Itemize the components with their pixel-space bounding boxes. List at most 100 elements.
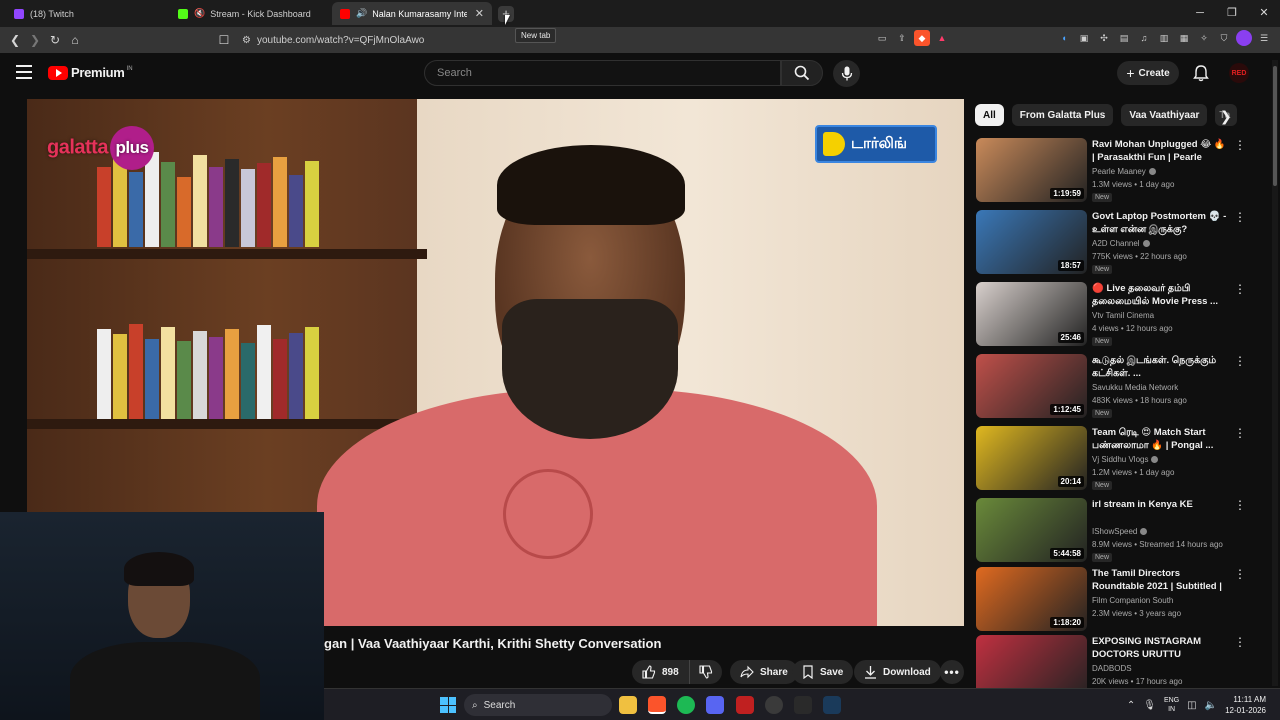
search-input[interactable]: Search	[424, 60, 781, 86]
account-avatar[interactable]: RED	[1229, 63, 1249, 83]
profile-icon[interactable]	[1236, 30, 1252, 46]
steam-icon[interactable]	[823, 696, 841, 714]
create-button[interactable]: + Create	[1117, 61, 1179, 85]
channel-name[interactable]: IShowSpeed	[1092, 527, 1148, 536]
brave-shields-icon[interactable]: ◆	[914, 30, 930, 46]
menu-icon[interactable]: ☰	[1256, 30, 1272, 46]
home-icon[interactable]: ⌂	[65, 30, 85, 50]
forward-icon[interactable]: ❯	[25, 30, 45, 50]
video-thumbnail[interactable]: 20:14	[976, 426, 1087, 490]
recommendation-title[interactable]: irl stream in Kenya KE	[1092, 498, 1230, 511]
recommendation-item[interactable]: 1:19:59 Ravi Mohan Unplugged 😂 🔥 | Parasa…	[976, 138, 1266, 204]
chevron-up-icon[interactable]: ⌃	[1127, 700, 1135, 711]
epic-games-icon[interactable]	[794, 696, 812, 714]
close-tab-icon[interactable]: ✕	[467, 7, 484, 20]
volume-icon[interactable]: 🔈	[1205, 700, 1217, 711]
chevron-right-icon[interactable]: ❯	[1220, 108, 1232, 125]
like-button[interactable]: 898	[632, 660, 690, 684]
recommendation-title[interactable]: Team ரெடி 😍 Match Start பண்ணலாமா 🔥 | Pon…	[1092, 426, 1230, 452]
more-vertical-icon[interactable]: ⋮	[1234, 139, 1246, 151]
reload-icon[interactable]: ↻	[45, 30, 65, 50]
more-vertical-icon[interactable]: ⋮	[1234, 568, 1246, 580]
recommendation-item[interactable]: 18:57 Govt Laptop Postmortem 💀 - உள்ள என்…	[976, 210, 1266, 276]
language-indicator[interactable]: ENG IN	[1164, 696, 1179, 714]
taskbar-search[interactable]: ⌕ Search	[464, 694, 612, 716]
file-explorer-icon[interactable]	[619, 696, 637, 714]
discord-icon[interactable]	[706, 696, 724, 714]
voice-search-button[interactable]	[833, 60, 860, 87]
tab-kick[interactable]: 🔇 Stream - Kick Dashboard	[170, 2, 330, 25]
tab-youtube-active[interactable]: 🔊 Nalan Kumarasamy Interview ✕	[332, 2, 492, 25]
brave-beta-icon[interactable]	[736, 696, 754, 714]
video-thumbnail[interactable]: 25:46	[976, 282, 1087, 346]
more-vertical-icon[interactable]: ⋮	[1234, 636, 1246, 648]
chip-from-galatta-plus[interactable]: From Galatta Plus	[1011, 104, 1114, 126]
channel-name[interactable]: Film Companion South	[1092, 596, 1173, 605]
back-icon[interactable]: ❮	[5, 30, 25, 50]
save-button[interactable]: Save	[792, 660, 854, 684]
dislike-button[interactable]	[690, 665, 728, 679]
windows-start-icon[interactable]	[440, 697, 456, 713]
extension-icon[interactable]: ▣	[1076, 30, 1092, 46]
video-thumbnail[interactable]: 18:57	[976, 210, 1087, 274]
channel-name[interactable]: A2D Channel	[1092, 239, 1150, 248]
more-vertical-icon[interactable]: ⋮	[1234, 499, 1246, 511]
share-button[interactable]: Share	[730, 660, 798, 684]
channel-name[interactable]: Pearle Maaney	[1092, 167, 1156, 176]
vpn-icon[interactable]: ⛉	[1216, 30, 1232, 46]
video-thumbnail[interactable]: 1:12:45	[976, 354, 1087, 418]
chip-all[interactable]: All	[975, 104, 1004, 126]
download-button[interactable]: Download	[854, 660, 941, 684]
clock[interactable]: 11:11 AM 12-01-2026	[1225, 694, 1266, 716]
more-vertical-icon[interactable]: ⋮	[1234, 283, 1246, 295]
recommendation-title[interactable]: 🔴 Live தலைவர் தம்பி தலைமையில் Movie Pres…	[1092, 282, 1230, 308]
media-icon[interactable]: ♫	[1136, 30, 1152, 46]
channel-name[interactable]: DADBODS	[1092, 664, 1132, 673]
restore-button[interactable]: ❐	[1216, 0, 1248, 27]
tab-twitch[interactable]: (18) Twitch	[6, 2, 166, 25]
wallet-icon[interactable]: ▦	[1176, 30, 1192, 46]
extension-icon[interactable]: ◖	[1056, 30, 1072, 46]
search-button[interactable]	[781, 60, 823, 86]
recommendation-title[interactable]: கூடுதல் இடங்கள். நெருக்கும் கட்சிகள். ..…	[1092, 354, 1230, 380]
recommendation-title[interactable]: EXPOSING INSTAGRAM DOCTORS URUTTU ADVICE…	[1092, 635, 1230, 661]
recommendation-title[interactable]: Govt Laptop Postmortem 💀 - உள்ள என்ன இரு…	[1092, 210, 1230, 236]
brave-rewards-icon[interactable]: ▲	[934, 30, 950, 46]
network-icon[interactable]: ◫	[1187, 700, 1196, 711]
notifications-bell-icon[interactable]	[1192, 64, 1210, 82]
recommendation-item[interactable]: 1:18:20 The Tamil Directors Roundtable 20…	[976, 567, 1266, 633]
video-thumbnail[interactable]: 1:18:20	[976, 567, 1087, 631]
more-actions-button[interactable]: •••	[940, 660, 964, 684]
screenshot-icon[interactable]: ▤	[1116, 30, 1132, 46]
sidebar-icon[interactable]: ▥	[1156, 30, 1172, 46]
extensions-puzzle-icon[interactable]: ✣	[1096, 30, 1112, 46]
video-thumbnail[interactable]: 1:19:59	[976, 138, 1087, 202]
brave-browser-icon[interactable]	[648, 696, 666, 714]
close-window-button[interactable]: ✕	[1248, 0, 1280, 27]
channel-name[interactable]: Vtv Tamil Cinema	[1092, 311, 1154, 320]
more-vertical-icon[interactable]: ⋮	[1234, 211, 1246, 223]
chip-vaa-vaathiyaar[interactable]: Vaa Vaathiyaar	[1121, 104, 1208, 126]
recommendation-item[interactable]: 25:46 🔴 Live தலைவர் தம்பி தலைமையில் Movie…	[976, 282, 1266, 348]
channel-name[interactable]: Vj Siddhu Vlogs	[1092, 455, 1159, 464]
youtube-premium-logo[interactable]: Premium IN	[48, 65, 133, 80]
spotify-icon[interactable]	[677, 696, 695, 714]
share-page-icon[interactable]: ⇪	[894, 30, 910, 46]
minimize-button[interactable]: ─	[1184, 0, 1216, 27]
recommendation-item[interactable]: 1:12:45 கூடுதல் இடங்கள். நெருக்கும் கட்சி…	[976, 354, 1266, 420]
recommendation-title[interactable]: Ravi Mohan Unplugged 😂 🔥 | Parasakthi Fu…	[1092, 138, 1230, 164]
site-settings-icon[interactable]: ⚙	[242, 35, 251, 46]
video-thumbnail[interactable]: 5:44:58	[976, 498, 1087, 562]
bookmark-icon[interactable]: ☐	[214, 30, 234, 50]
more-vertical-icon[interactable]: ⋮	[1234, 427, 1246, 439]
microphone-tray-icon[interactable]: 🎙	[1143, 700, 1156, 711]
scrollbar-thumb[interactable]	[1273, 66, 1277, 186]
cast-icon[interactable]: ▭	[874, 30, 890, 46]
more-vertical-icon[interactable]: ⋮	[1234, 355, 1246, 367]
channel-name[interactable]: Savukku Media Network	[1092, 383, 1178, 392]
recommendation-item[interactable]: 20:14 Team ரெடி 😍 Match Start பண்ணலாமா 🔥 …	[976, 426, 1266, 492]
leo-ai-icon[interactable]: ✧	[1196, 30, 1212, 46]
obs-icon[interactable]	[765, 696, 783, 714]
recommendation-title[interactable]: The Tamil Directors Roundtable 2021 | Su…	[1092, 567, 1230, 593]
hamburger-menu-icon[interactable]	[16, 65, 32, 79]
